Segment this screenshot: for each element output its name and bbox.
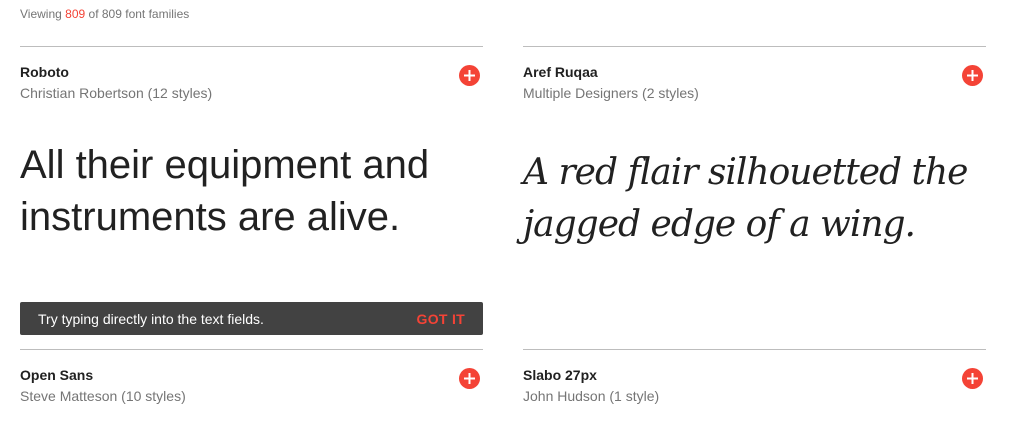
plus-icon: [464, 70, 475, 81]
font-name: Aref Ruqaa: [523, 64, 598, 80]
add-font-button[interactable]: [962, 368, 983, 389]
plus-icon: [967, 373, 978, 384]
plus-icon: [967, 70, 978, 81]
font-designer: Steve Matteson (10 styles): [20, 388, 186, 404]
plus-icon: [464, 373, 475, 384]
add-font-button[interactable]: [962, 65, 983, 86]
results-count: Viewing 809 of 809 font families: [20, 7, 189, 21]
font-designer: Multiple Designers (2 styles): [523, 85, 699, 101]
results-count-suffix: of 809 font families: [88, 7, 190, 21]
font-card-roboto: Roboto Christian Robertson (12 styles) A…: [20, 46, 483, 301]
snackbar-dismiss-button[interactable]: GOT IT: [417, 311, 465, 327]
font-name: Open Sans: [20, 367, 94, 383]
font-sample-text[interactable]: All their equipment and instruments are …: [20, 139, 480, 243]
font-designer: John Hudson (1 style): [523, 388, 660, 404]
add-font-button[interactable]: [459, 65, 480, 86]
results-count-prefix: Viewing: [20, 7, 62, 21]
results-count-number: 809: [65, 7, 86, 21]
snackbar: Try typing directly into the text fields…: [20, 302, 483, 335]
font-catalog: Viewing 809 of 809 font families Roboto …: [0, 0, 1024, 423]
font-sample-text[interactable]: A red flair silhouetted the jagged edge …: [523, 147, 983, 251]
font-card-open-sans: Open Sans Steve Matteson (10 styles): [20, 349, 483, 423]
font-name: Slabo 27px: [523, 367, 597, 383]
font-designer: Christian Robertson (12 styles): [20, 85, 213, 101]
font-card-aref-ruqaa: Aref Ruqaa Multiple Designers (2 styles)…: [523, 46, 986, 301]
font-name: Roboto: [20, 64, 69, 80]
snackbar-message: Try typing directly into the text fields…: [38, 310, 264, 327]
add-font-button[interactable]: [459, 368, 480, 389]
font-card-slabo-27px: Slabo 27px John Hudson (1 style): [523, 349, 986, 423]
